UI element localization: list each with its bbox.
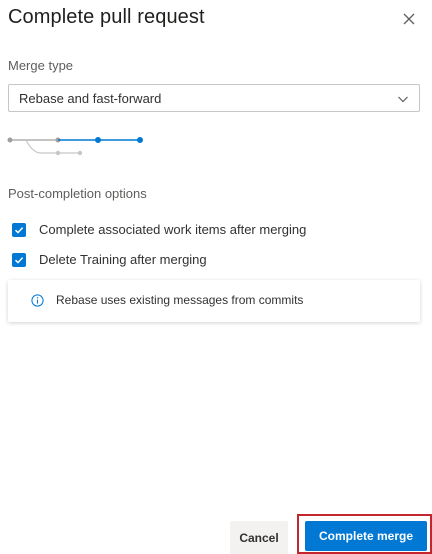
merge-type-label: Merge type	[8, 58, 74, 73]
complete-work-items-checkbox[interactable]	[12, 222, 26, 237]
info-text: Rebase uses existing messages from commi…	[56, 293, 304, 307]
complete-pull-request-dialog: Complete pull request Merge type Rebase …	[0, 0, 432, 554]
cancel-button[interactable]: Cancel	[230, 521, 288, 554]
close-icon[interactable]	[398, 8, 420, 30]
info-icon	[31, 294, 44, 307]
chevron-down-icon	[398, 96, 408, 103]
delete-branch-checkbox[interactable]	[12, 252, 26, 267]
merge-type-dropdown[interactable]: Rebase and fast-forward	[8, 84, 420, 112]
delete-branch-label: Delete Training after merging	[39, 252, 207, 267]
complete-work-items-option[interactable]: Complete associated work items after mer…	[12, 222, 306, 237]
complete-work-items-label: Complete associated work items after mer…	[39, 222, 307, 237]
info-message: Rebase uses existing messages from commi…	[8, 280, 420, 322]
dialog-title: Complete pull request	[8, 6, 205, 28]
merge-graph-illustration	[7, 137, 143, 156]
post-completion-options-label: Post-completion options	[8, 186, 147, 201]
merge-type-value: Rebase and fast-forward	[19, 91, 162, 106]
complete-merge-button[interactable]: Complete merge	[305, 521, 427, 551]
delete-branch-option[interactable]: Delete Training after merging	[12, 252, 207, 267]
highlight-frame: Complete merge	[297, 514, 432, 554]
